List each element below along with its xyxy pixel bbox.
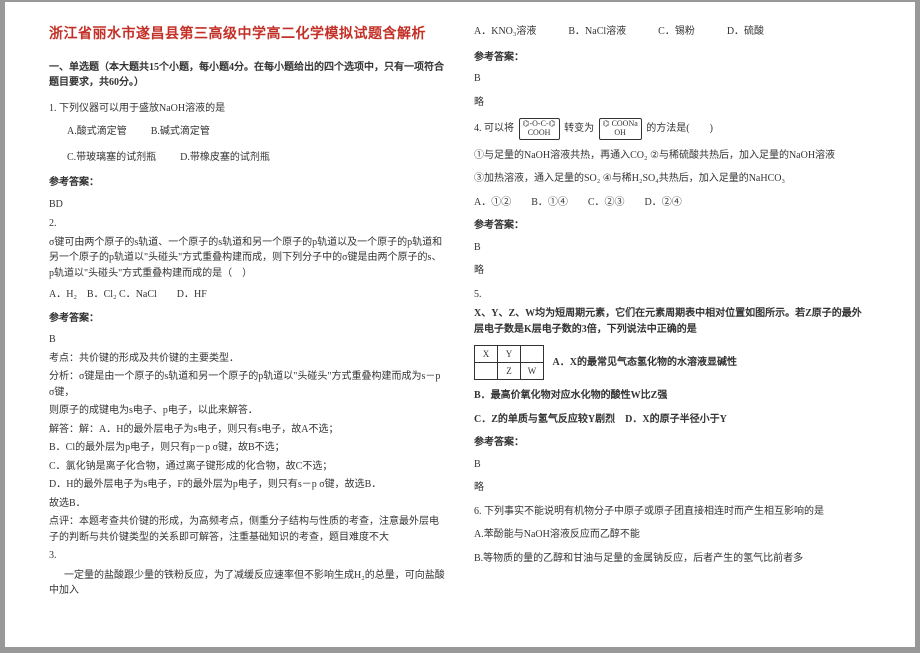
q2-an1: 分析：σ键是由一个原子的s轨道和另一个原子的p轨道以"头碰头"方式重叠构建而成为… [49,369,446,400]
q2-sol-a: 解答：解：A．H的最外层电子为s电子，则只有s电子，故A不选； [49,422,446,438]
q3-opt-d: D．硫酸 [727,24,764,40]
exam-paper: 浙江省丽水市遂昌县第三高级中学高二化学模拟试题含解析 一、单选题（本大题共15个… [5,2,915,647]
q2-explanation: B 考点：共价键的形成及共价键的主要类型． 分析：σ键是由一个原子的s轨道和另一… [49,332,446,545]
q2-sol-e: 故选B． [49,496,446,512]
q3-opt-b: B．NaCl溶液 [568,24,626,40]
q4-line1: ①与足量的NaOH溶液共热，再通入CO₂ ②与稀硫酸共热后，加入足量的NaOH溶… [474,148,871,164]
q2-answer: B [49,332,446,348]
q2-kd: 考点：共价键的形成及共价键的主要类型． [49,351,446,367]
q3-opt-c: C．锡粉 [658,24,695,40]
q5-note: 略 [474,480,871,496]
q4-note: 略 [474,263,871,279]
q5-opt-c: C．Z的单质与氢气反应较Y剧烈 [474,414,615,425]
q2-an2: 则原子的成键电为s电子、p电子，以此来解答． [49,403,446,419]
q1-opt-d: D.带橡皮塞的试剂瓶 [180,150,270,166]
right-column: A．KNO₃溶液 B．NaCl溶液 C．锡粉 D．硫酸 参考答案： B 略 4.… [474,24,871,637]
q4-choices: A．①② B．①④ C．②③ D．②④ [474,195,871,211]
q2-sol-c: C．氯化钠是离子化合物，通过离子键形成的化合物，故C不选； [49,459,446,475]
q4-answer: B [474,240,871,256]
molecule-1-icon: ⌬-O-C-⌬COOH [519,118,560,140]
q2-sol-b: B．Cl的最外层为p电子，则只有p－p σ键，故B不选； [49,440,446,456]
q3-opt-a: A．KNO₃溶液 [474,24,536,40]
q5-answer-label: 参考答案： [474,435,871,451]
q6-opt-b: B.等物质的量的乙醇和甘油与足量的金属钠反应，后者产生的氢气比前者多 [474,551,871,567]
q1-stem: 1. 下列仪器可以用于盛放NaOH溶液的是 [49,101,446,117]
q4-post: 的方法是( ) [646,123,713,134]
periodic-position-table: XY ZW [474,345,544,380]
q3-answer-label: 参考答案： [474,50,871,66]
q3-text: 一定量的盐酸跟少量的铁粉反应，为了减缓反应速率但不影响生成H₂的总量，可向盐酸中… [49,568,446,599]
q6-text: 6. 下列事实不能说明有机物分子中原子或原子团直接相连时而产生相互影响的是 [474,504,871,520]
q5-num: 5. [474,287,871,303]
q1-answer: BD [49,197,446,213]
q5-opt-a: A．X的最常见气态氢化物的水溶液显碱性 [553,357,737,368]
q1-answer-label: 参考答案： [49,175,446,191]
q2-block: 2. σ键可由两个原子的s轨道、一个原子的s轨道和另一个原子的p轨道以及一个原子… [49,216,446,303]
q2-num: 2. [49,216,446,232]
q2-opts: A．H₂ B．Cl₂ C．NaCl D．HF [49,287,446,303]
q4-pre: 4. 可以将 [474,123,514,134]
q1-options-row2: C.带玻璃塞的试剂瓶 D.带橡皮塞的试剂瓶 [67,150,446,166]
q4-mid: 转变为 [564,123,594,134]
q2-sol-d: D．H的最外层电子为s电子，F的最外层为p电子，则只有s－p σ键，故选B． [49,477,446,493]
q5-cd-row: C．Z的单质与氢气反应较Y剧烈 D．X的原子半径小于Y [474,412,871,428]
molecule-2-icon: ⌬ COONaOH [599,118,642,140]
section-1-head: 一、单选题（本大题共15个小题，每小题4分。在每小题给出的四个选项中，只有一项符… [49,60,446,91]
q4-stem: 4. 可以将 ⌬-O-C-⌬COOH 转变为 ⌬ COONaOH 的方法是( ) [474,118,871,140]
q3-answer: B [474,71,871,87]
q1-opt-a: A.酸式滴定管 [67,124,127,140]
q5-answer: B [474,457,871,473]
q5-text: X、Y、Z、W均为短周期元素，它们在元素周期表中相对位置如图所示。若Z原子的最外… [474,306,871,337]
q3-num: 3. [49,548,446,564]
q2-para1: σ键可由两个原子的s轨道、一个原子的s轨道和另一个原子的p轨道以及一个原子的p轨… [49,235,446,282]
q6-opt-a: A.苯酚能与NaOH溶液反应而乙醇不能 [474,527,871,543]
doc-title: 浙江省丽水市遂昌县第三高级中学高二化学模拟试题含解析 [49,24,446,46]
q1-opt-c: C.带玻璃塞的试剂瓶 [67,150,156,166]
q3-note: 略 [474,95,871,111]
q2-rev1: 点评：本题考查共价键的形成，为高频考点，侧重分子结构与性质的考查，注意最外层电子… [49,514,446,545]
q1-opt-b: B.碱式滴定管 [151,124,210,140]
q4-line2: ③加热溶液，通入足量的SO₂ ④与稀H₂SO₄共热后，加入足量的NaHCO₃ [474,171,871,187]
q5-row-table: XY ZW A．X的最常见气态氢化物的水溶液显碱性 [474,345,871,380]
q1-options-row1: A.酸式滴定管 B.碱式滴定管 [67,124,446,140]
q2-answer-label: 参考答案： [49,311,446,327]
q5-opt-b: B．最高价氧化物对应水化物的酸性W比Z强 [474,388,871,404]
q3-options: A．KNO₃溶液 B．NaCl溶液 C．锡粉 D．硫酸 [474,24,871,40]
q5-opt-d: D．X的原子半径小于Y [625,414,727,425]
q4-answer-label: 参考答案： [474,218,871,234]
left-column: 浙江省丽水市遂昌县第三高级中学高二化学模拟试题含解析 一、单选题（本大题共15个… [49,24,446,637]
